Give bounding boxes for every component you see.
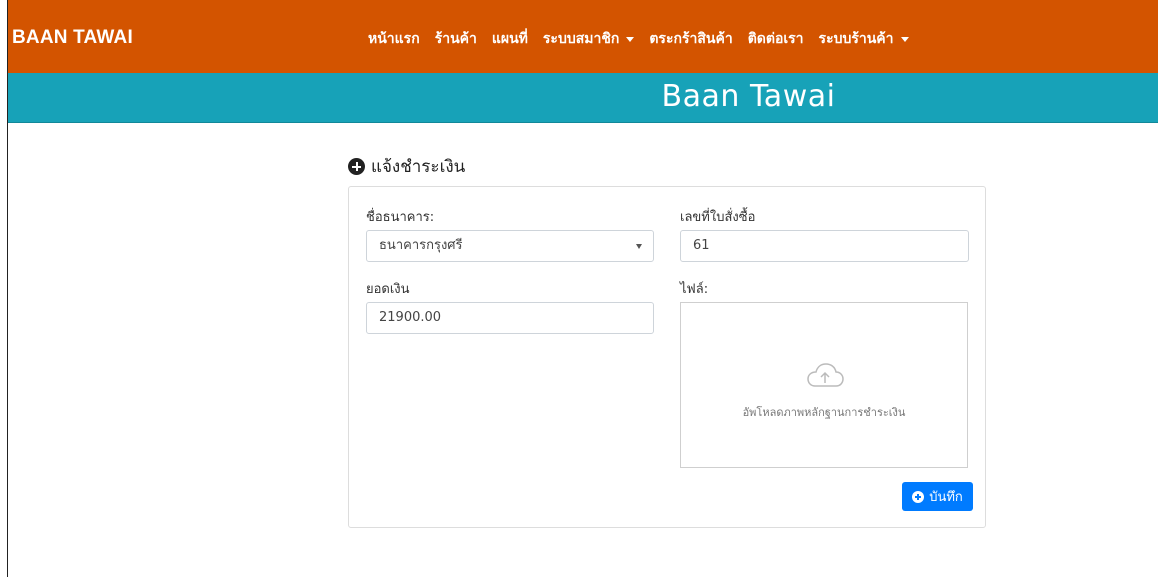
nav-item-label: ระบบร้านค้า — [818, 31, 894, 47]
brand-logo[interactable]: BAAN TAWAI — [12, 27, 133, 49]
nav-item-label: แผนที่ — [491, 31, 528, 47]
nav-item-member-dropdown[interactable]: ระบบสมาชิก — [542, 28, 635, 50]
nav-item-shop[interactable]: ร้านค้า — [435, 28, 477, 50]
bank-select-value: ธนาคารกรุงศรี — [379, 238, 463, 253]
caret-down-icon — [900, 36, 909, 42]
order-number-label: เลขที่ใบสั่งซื้อ — [680, 210, 756, 225]
nav-item-label: หน้าแรก — [368, 31, 420, 47]
order-number-input[interactable]: 61 — [680, 230, 969, 262]
nav-item-contact[interactable]: ติดต่อเรา — [748, 28, 804, 50]
page-banner: Baan Tawai — [8, 73, 1158, 123]
file-label: ไฟล์: — [680, 282, 709, 297]
plus-circle-icon — [348, 158, 365, 175]
nav-item-map[interactable]: แผนที่ — [492, 28, 528, 50]
save-button[interactable]: บันทึก — [902, 482, 973, 511]
upload-instruction: อัพโหลดภาพหลักฐานการชำระเงิน — [742, 406, 906, 419]
nav-item-label: ติดต่อเรา — [747, 31, 804, 47]
amount-input[interactable]: 21900.00 — [366, 302, 654, 334]
chevron-down-icon — [636, 244, 642, 249]
nav-item-label: ตระกร้าสินค้า — [649, 31, 733, 47]
nav-item-label: ร้านค้า — [434, 31, 477, 47]
nav-item-home[interactable]: หน้าแรก — [368, 28, 420, 50]
form-heading: แจ้งชำระเงิน — [348, 153, 465, 180]
nav-item-store-dropdown[interactable]: ระบบร้านค้า — [819, 28, 909, 50]
nav-item-label: ระบบสมาชิก — [542, 31, 620, 47]
payment-form-card: ชื่อธนาคาร: ธนาคารกรุงศรี เลขที่ใบสั่งซื… — [348, 186, 986, 528]
nav-item-cart[interactable]: ตระกร้าสินค้า — [649, 28, 732, 50]
main-nav: หน้าแรก ร้านค้า แผนที่ ระบบสมาชิก ตระกร้… — [368, 28, 924, 50]
plus-circle-icon — [912, 490, 925, 503]
banner-title: Baan Tawai — [661, 79, 836, 114]
page-frame: BAAN TAWAI หน้าแรก ร้านค้า แผนที่ ระบบสม… — [7, 0, 1158, 577]
file-upload-dropzone[interactable]: อัพโหลดภาพหลักฐานการชำระเงิน — [680, 302, 968, 468]
cloud-upload-icon — [807, 363, 844, 387]
order-number-value: 61 — [693, 238, 710, 253]
amount-label: ยอดเงิน — [366, 282, 410, 297]
top-navbar: BAAN TAWAI หน้าแรก ร้านค้า แผนที่ ระบบสม… — [8, 0, 1158, 73]
bank-select[interactable]: ธนาคารกรุงศรี — [366, 230, 654, 262]
form-title: แจ้งชำระเงิน — [371, 157, 466, 177]
amount-value: 21900.00 — [379, 310, 442, 325]
caret-down-icon — [626, 36, 635, 42]
bank-label: ชื่อธนาคาร: — [366, 210, 435, 225]
save-button-label: บันทึก — [929, 490, 963, 505]
